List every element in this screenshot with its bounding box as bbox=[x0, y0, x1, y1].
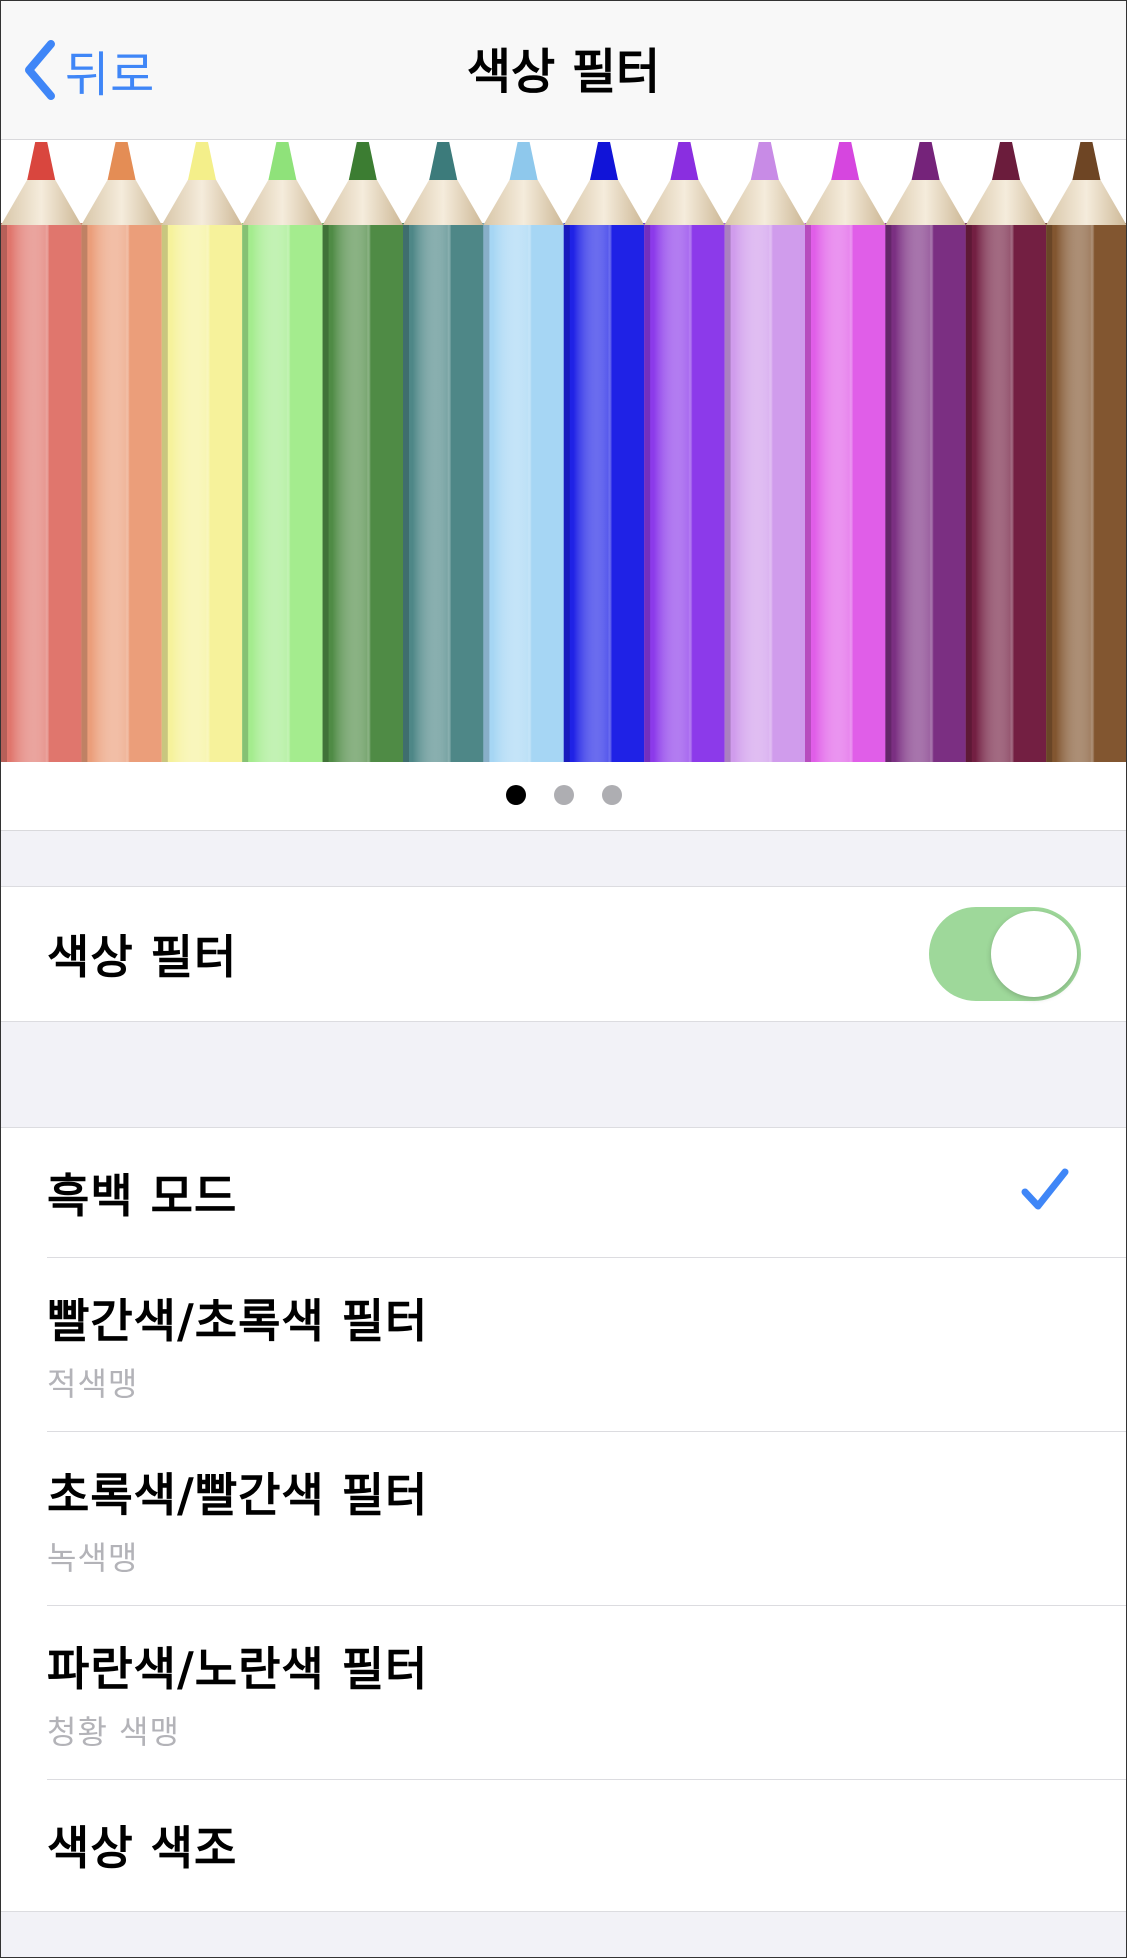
filter-toggle-label: 색상 필터 bbox=[47, 930, 238, 984]
navigation-bar: 뒤로 색상 필터 bbox=[1, 1, 1126, 140]
option-sublabel: 청황 색맹 bbox=[47, 1713, 180, 1751]
pencil bbox=[242, 142, 323, 762]
filter-toggle-group: 색상 필터 bbox=[1, 886, 1126, 1022]
color-pencils-image bbox=[1, 140, 1126, 762]
page-dot-1[interactable] bbox=[505, 785, 526, 805]
option-label: 초록색/빨간색 필터 bbox=[47, 1468, 429, 1522]
option-label: 흑백 모드 bbox=[47, 1169, 238, 1223]
option-label: 파란색/노란색 필터 bbox=[47, 1642, 429, 1696]
filter-options-list: 흑백 모드 빨간색/초록색 필터 적색맹 초록색/빨간색 필터 녹색맹 파란색/… bbox=[1, 1127, 1126, 1912]
pencil bbox=[81, 142, 162, 762]
pencil bbox=[1, 142, 82, 762]
option-tritanopia[interactable]: 파란색/노란색 필터 청황 색맹 bbox=[1, 1606, 1126, 1780]
pencil bbox=[805, 142, 886, 762]
option-color-tint[interactable]: 색상 색조 bbox=[1, 1780, 1126, 1910]
pencil bbox=[724, 142, 805, 762]
pencil bbox=[161, 142, 243, 762]
pencil bbox=[965, 142, 1047, 762]
pencil bbox=[563, 142, 645, 762]
screen: 뒤로 색상 필터 색상 필터 흑백 모드 빨간색/초록색 필터 적색맹 초록색/… bbox=[0, 0, 1127, 1958]
pencil bbox=[483, 142, 564, 762]
option-deuteranopia[interactable]: 초록색/빨간색 필터 녹색맹 bbox=[1, 1432, 1126, 1606]
pencil bbox=[644, 142, 725, 762]
color-filter-switch[interactable] bbox=[929, 907, 1081, 1001]
pencil bbox=[322, 142, 403, 762]
option-sublabel: 녹색맹 bbox=[47, 1539, 139, 1577]
option-protanopia[interactable]: 빨간색/초록색 필터 적색맹 bbox=[1, 1258, 1126, 1432]
filter-toggle-row: 색상 필터 bbox=[1, 887, 1126, 1021]
pencil bbox=[1046, 142, 1126, 762]
option-sublabel: 적색맹 bbox=[47, 1365, 139, 1403]
pencil bbox=[885, 142, 966, 762]
page-indicator[interactable] bbox=[1, 785, 1126, 805]
switch-knob bbox=[991, 911, 1077, 997]
checkmark-icon bbox=[1020, 1166, 1070, 1218]
option-grayscale[interactable]: 흑백 모드 bbox=[1, 1128, 1126, 1258]
page-dot-2[interactable] bbox=[553, 785, 574, 805]
page-title: 색상 필터 bbox=[466, 44, 661, 100]
option-label: 빨간색/초록색 필터 bbox=[47, 1294, 429, 1348]
pencil bbox=[403, 142, 484, 762]
option-label: 색상 색조 bbox=[47, 1821, 238, 1875]
page-dot-3[interactable] bbox=[601, 785, 622, 805]
